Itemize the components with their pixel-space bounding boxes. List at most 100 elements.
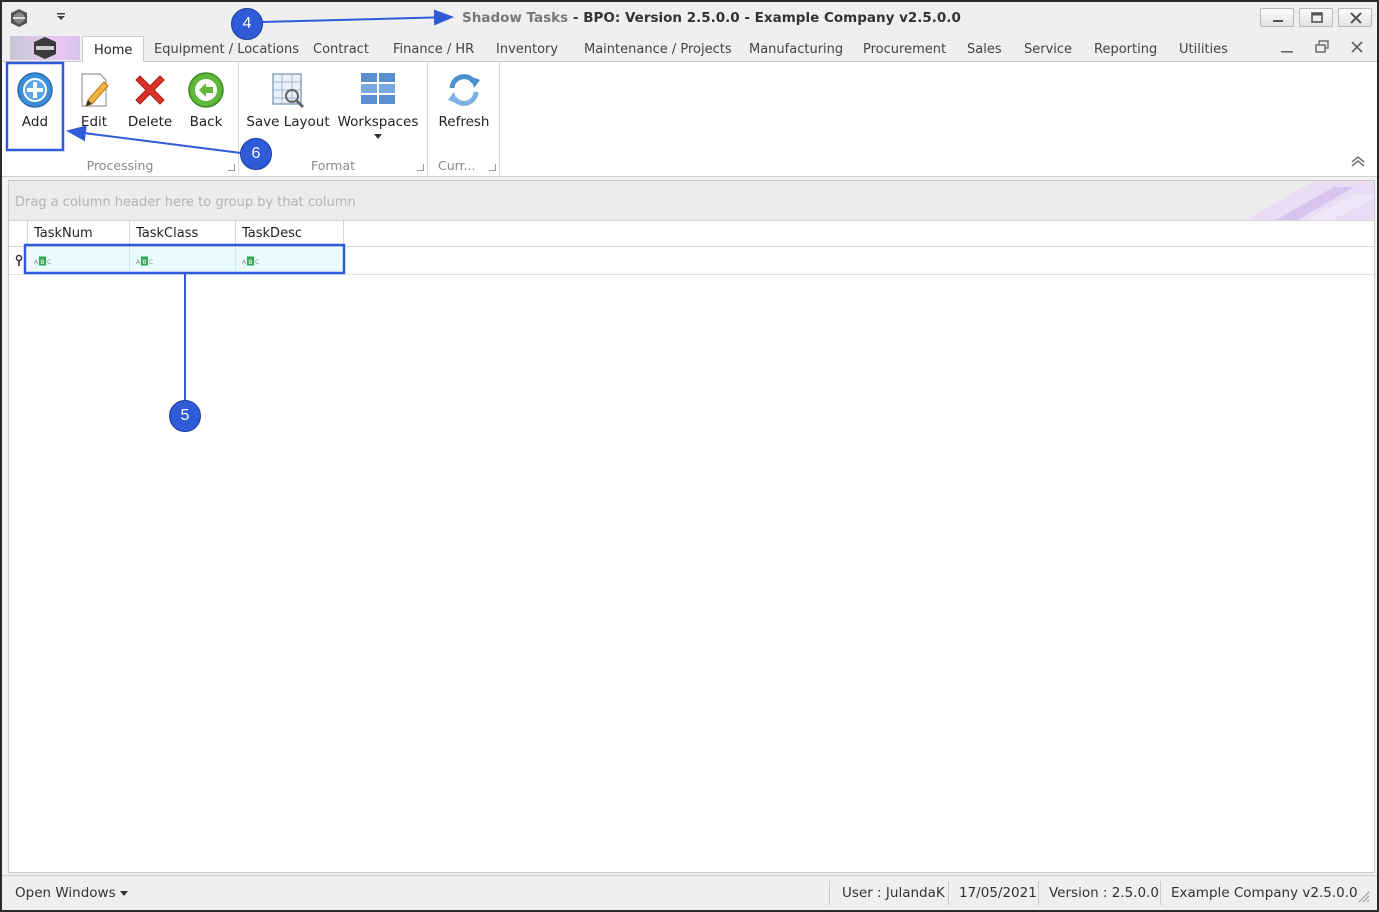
ribbon-group-processing: Add Edit Delete Back Processing [2,62,239,175]
tab-equipment-locations[interactable]: Equipment / Locations [154,42,299,57]
column-header-taskclass[interactable]: TaskClass [130,221,236,247]
svg-text:A: A [34,259,39,266]
refresh-icon [448,74,480,106]
tab-sales[interactable]: Sales [967,42,1002,57]
format-dialog-launcher[interactable] [417,164,424,171]
ribbon-tab-strip: Home Equipment / Locations Contract Fina… [2,34,1377,63]
minimize-icon [1273,20,1283,22]
close-button[interactable] [1338,8,1372,27]
workspaces-button[interactable]: Workspaces [335,64,421,152]
ribbon-group-processing-label: Processing [86,158,154,173]
ribbon: Add Edit Delete Back Processing Save Lay… [2,62,1377,177]
tab-utilities[interactable]: Utilities [1179,42,1228,57]
mdi-close-icon[interactable] [1351,41,1363,53]
back-label: Back [189,114,223,130]
status-company: Example Company v2.5.0.0 [1171,885,1358,901]
workspaces-dropdown-icon [374,134,382,139]
svg-text:C: C [255,259,259,266]
svg-text:B: B [142,258,146,266]
status-separator [829,881,830,905]
edit-button[interactable]: Edit [66,64,122,152]
maximize-icon [1311,12,1323,23]
status-bar: Open Windows User : JulandaK 17/05/2021 … [2,875,1377,910]
add-icon [17,72,53,108]
minimize-button[interactable] [1260,8,1294,27]
row-indicator-header [9,221,28,247]
refresh-label: Refresh [438,114,490,130]
status-separator [1038,881,1039,905]
window-title: Shadow Tasks - BPO: Version 2.5.0.0 - Ex… [462,10,961,26]
text-filter-icon: ABC [242,256,259,266]
tab-home[interactable]: Home [82,36,145,63]
app-menu-logo-icon [34,37,56,59]
filter-cell-taskclass[interactable]: ABC [130,247,236,275]
app-logo-icon[interactable] [9,8,29,28]
svg-text:C: C [47,259,51,266]
maximize-button[interactable] [1299,8,1333,27]
quick-access-dropdown-icon[interactable] [55,11,67,23]
ribbon-group-current: Refresh Curr... [428,62,500,175]
annotation-marker-5: 5 [169,400,201,432]
tab-maintenance-projects[interactable]: Maintenance / Projects [584,42,732,57]
title-bar: Shadow Tasks - BPO: Version 2.5.0.0 - Ex… [2,2,1377,34]
add-label: Add [21,114,49,130]
workspaces-icon [361,73,395,104]
open-windows-label: Open Windows [15,885,116,901]
delete-button[interactable]: Delete [122,64,178,152]
mdi-restore-icon[interactable] [1315,40,1329,54]
application-window: Shadow Tasks - BPO: Version 2.5.0.0 - Ex… [0,0,1379,912]
group-by-hint: Drag a column header here to group by th… [15,195,356,210]
status-version: Version : 2.5.0.0 [1049,885,1160,901]
add-button[interactable]: Add [6,64,64,152]
filter-row-indicator-icon [15,254,23,266]
mdi-minimize-icon[interactable] [1280,44,1294,54]
svg-text:B: B [40,258,44,266]
refresh-button[interactable]: Refresh [432,64,496,152]
svg-text:C: C [149,259,153,266]
current-dialog-launcher[interactable] [489,164,496,171]
status-separator [948,881,949,905]
status-separator [1160,881,1161,905]
status-user: User : JulandaK [842,885,945,901]
size-grip-icon[interactable] [1356,889,1370,903]
tab-inventory[interactable]: Inventory [496,42,558,57]
tab-procurement[interactable]: Procurement [863,42,946,57]
tab-finance-hr[interactable]: Finance / HR [393,42,474,57]
tab-service[interactable]: Service [1024,42,1072,57]
delete-label: Delete [127,114,173,130]
close-icon [1350,12,1362,24]
data-grid: Drag a column header here to group by th… [8,180,1375,873]
svg-text:A: A [136,259,141,266]
group-panel-decoration [1245,181,1374,220]
svg-text:B: B [248,258,252,266]
delete-icon [135,75,165,105]
group-by-panel[interactable]: Drag a column header here to group by th… [9,181,1374,221]
text-filter-icon: ABC [136,256,153,266]
collapse-ribbon-icon[interactable] [1350,155,1366,167]
annotation-marker-6: 6 [240,138,272,170]
auto-filter-row: ABC ABC ABC [9,247,1374,275]
filter-cell-tasknum[interactable]: ABC [28,247,130,275]
text-filter-icon: ABC [34,256,51,266]
column-header-tasknum[interactable]: TaskNum [28,221,130,247]
tab-manufacturing[interactable]: Manufacturing [749,42,843,57]
save-layout-label: Save Layout [246,114,330,130]
column-header-taskdesc[interactable]: TaskDesc [236,221,344,247]
svg-text:A: A [242,259,247,266]
tab-contract[interactable]: Contract [313,42,369,57]
processing-dialog-launcher[interactable] [228,164,235,171]
edit-icon [81,73,109,107]
tab-reporting[interactable]: Reporting [1094,42,1157,57]
application-menu-button[interactable] [10,36,80,60]
window-title-document: Shadow Tasks [462,10,569,26]
open-windows-menu[interactable]: Open Windows [15,885,128,901]
column-header-row: TaskNum TaskClass TaskDesc [9,221,1374,247]
save-layout-icon [272,73,305,109]
filter-cell-taskdesc[interactable]: ABC [236,247,344,275]
window-title-app: - BPO: Version 2.5.0.0 - Example Company… [572,10,961,26]
back-arrow-icon [188,72,224,108]
status-date: 17/05/2021 [959,885,1037,901]
back-button[interactable]: Back [178,64,234,152]
edit-label: Edit [80,114,108,130]
workspaces-label: Workspaces [337,114,419,130]
